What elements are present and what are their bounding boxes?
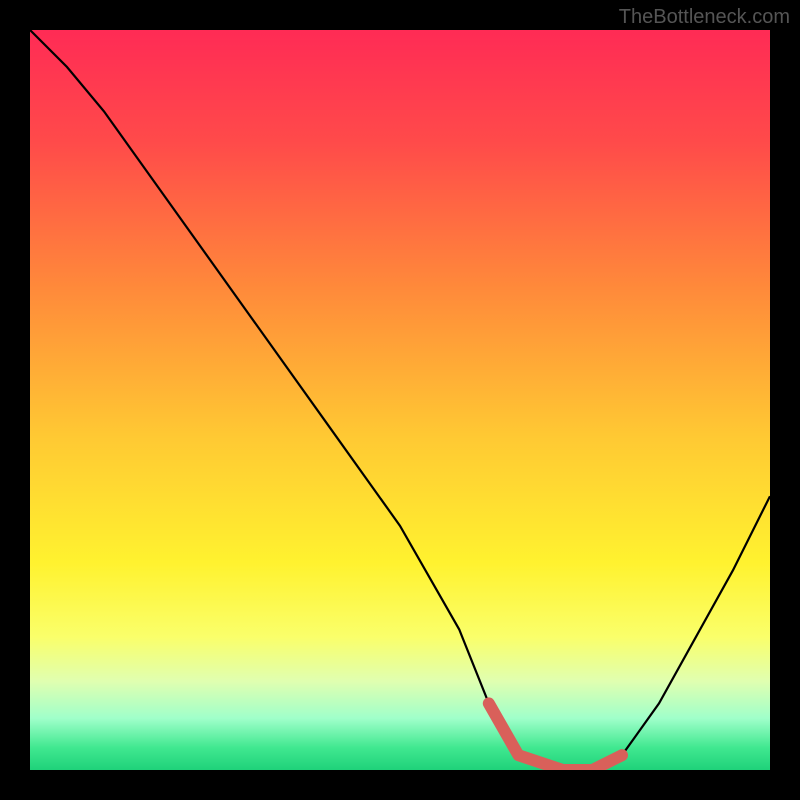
- curve-layer: [30, 30, 770, 770]
- watermark-text: TheBottleneck.com: [619, 6, 790, 29]
- highlight-segment: [489, 703, 622, 770]
- plot-area: [30, 30, 770, 770]
- main-curve: [30, 30, 770, 770]
